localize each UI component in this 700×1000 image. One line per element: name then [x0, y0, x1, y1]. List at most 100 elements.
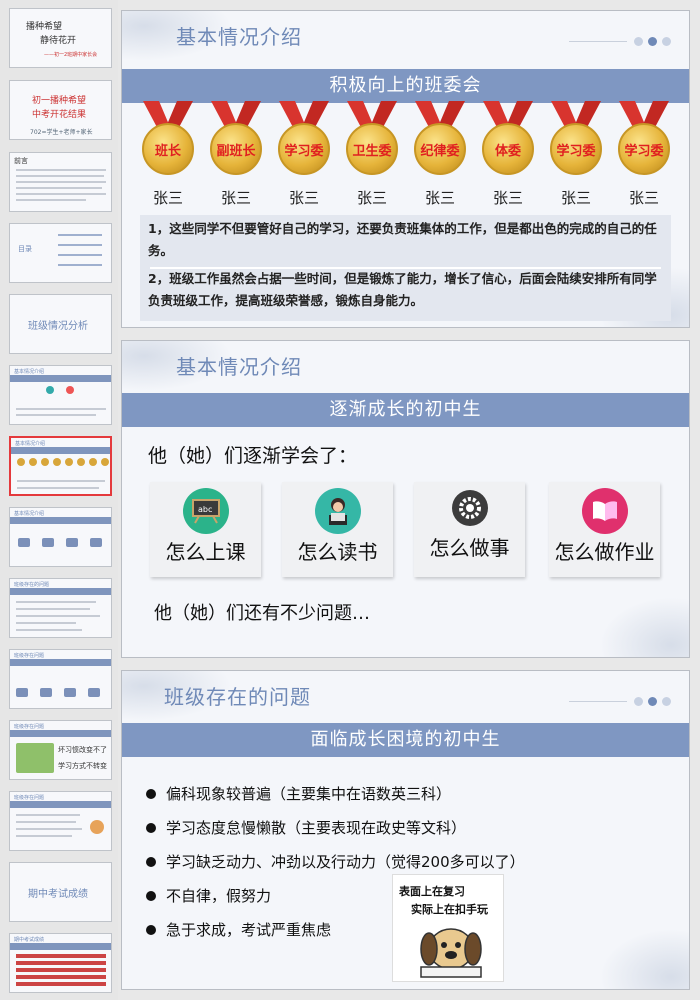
dots-decoration — [569, 697, 671, 706]
thumbnail-slide-4[interactable]: 目录 — [9, 223, 112, 283]
thumbnail-slide-9[interactable]: 班级存在的问题 — [9, 578, 112, 638]
thumbnail-slide-1[interactable]: 播种希望 静待花开 ——初一2班期中家长会 — [9, 8, 112, 68]
medal-name: 张三 — [220, 189, 251, 207]
medal-role: 副班长 — [210, 123, 262, 175]
floral-decoration — [599, 929, 689, 989]
thumb-title: 班级存在问题 — [14, 795, 45, 801]
skill-card: abc 怎么上课 — [150, 482, 261, 577]
skill-card: 怎么读书 — [282, 482, 393, 577]
thumb-title: 班级存在问题 — [14, 724, 45, 730]
bullet-icon — [146, 890, 156, 901]
medal-name: 张三 — [356, 189, 387, 207]
problem-item: 学习缺乏动力、冲劲以及行动力（觉得200多可以了） — [146, 851, 525, 872]
thumbnail-slide-5[interactable]: 班级情况分析 — [9, 294, 112, 354]
dots-decoration — [569, 37, 671, 46]
slide-class-committee[interactable]: 基本情况介绍 积极向上的班委会 班长 张三 副班长 张三 学习委 张三 卫生委 … — [121, 10, 690, 328]
slide-growing-students[interactable]: 基本情况介绍 逐渐成长的初中生 他（她）们逐渐学会了： abc 怎么上课 怎么读… — [121, 340, 690, 658]
skill-label: 怎么读书 — [297, 540, 378, 564]
slide-banner: 面临成长困境的初中生 — [122, 723, 689, 757]
slide-title: 基本情况介绍 — [176, 355, 302, 379]
thumbnail-slide-2[interactable]: 初一播种希望 中考开花结果 702=学生+老师+家长 — [9, 80, 112, 140]
thumbnail-slide-8[interactable]: 基本情况介绍 — [9, 507, 112, 567]
problem-text: 急于求成，考试严重焦虑 — [166, 921, 332, 939]
medal-role: 纪律委 — [414, 123, 466, 175]
thumbnail-slide-12[interactable]: 班级存在问题 — [9, 791, 112, 851]
thumb-title: 班级情况分析 — [28, 321, 88, 332]
medal-role: 体委 — [482, 123, 534, 175]
skill-card: 怎么做作业 — [549, 482, 660, 577]
thumbnail-slide-13[interactable]: 期中考试成绩 — [9, 862, 112, 922]
thumb-title: 基本情况介绍 — [14, 511, 45, 517]
thumb-title: 播种希望 — [26, 22, 63, 32]
intro-line: 他（她）们逐渐学会了： — [148, 445, 358, 467]
cartoon-caption-2: 实际上在扣手玩 — [411, 903, 488, 916]
thumbnail-slide-6[interactable]: 基本情况介绍 — [9, 365, 112, 425]
thumbnail-slide-7[interactable]: 基本情况介绍 — [9, 436, 112, 496]
medal-role: 卫生委 — [346, 123, 398, 175]
thumb-small: 702=学生+老师+家长 — [30, 129, 93, 136]
skill-label: 怎么上课 — [165, 540, 246, 564]
medal-item: 班长 张三 — [139, 101, 197, 207]
medal-role: 学习委 — [278, 123, 330, 175]
thumb-title: 初一播种希望 — [32, 96, 87, 106]
medal-item: 纪律委 张三 — [411, 101, 469, 207]
reading-icon — [315, 488, 361, 534]
problem-item: 偏科现象较普遍（主要集中在语数英三科） — [146, 783, 451, 804]
thumb-line1: 坏习惯改变不了 — [58, 746, 107, 754]
cartoon-caption-1: 表面上在复习 — [399, 885, 465, 898]
dog-icon — [420, 928, 482, 978]
book-icon — [582, 488, 628, 534]
thumb-title: 前言 — [14, 157, 28, 165]
slide-title: 基本情况介绍 — [176, 25, 302, 49]
floral-decoration — [599, 597, 689, 657]
medal-item: 学习委 张三 — [615, 101, 673, 207]
thumb-title: 班级存在的问题 — [14, 582, 50, 588]
thumb-line2: 学习方式不转变 — [58, 762, 107, 770]
slide-banner: 逐渐成长的初中生 — [122, 393, 689, 427]
thumb-title: 期中考试成绩 — [28, 889, 88, 900]
bullet-icon — [146, 924, 156, 935]
svg-text:abc: abc — [198, 505, 212, 514]
paragraph-2: 2，班级工作虽然会占据一些时间，但是锻炼了能力，增长了信心，后面会陆续安排所有同… — [148, 271, 657, 308]
thumbnail-slide-11[interactable]: 班级存在问题 坏习惯改变不了 学习方式不转变 — [9, 720, 112, 780]
skill-label: 怎么做作业 — [554, 540, 655, 564]
thumb-title: 班级存在问题 — [14, 653, 45, 659]
slide-thumbnail-panel[interactable]: 播种希望 静待花开 ——初一2班期中家长会 初一播种希望 中考开花结果 702=… — [0, 0, 118, 1000]
thumb-title: 基本情况介绍 — [14, 369, 45, 375]
bullet-icon — [146, 856, 156, 867]
thumb-title: 基本情况介绍 — [15, 441, 46, 447]
medal-role: 学习委 — [618, 123, 670, 175]
medal-item: 副班长 张三 — [207, 101, 265, 207]
medal-name: 张三 — [492, 189, 523, 207]
thumbnail-slide-10[interactable]: 班级存在问题 — [9, 649, 112, 709]
problem-text: 不自律，假努力 — [166, 887, 272, 905]
gear-icon — [452, 490, 488, 526]
problem-line: 他（她）们还有不少问题… — [154, 603, 370, 624]
slide-class-problems[interactable]: 班级存在的问题 面临成长困境的初中生 偏科现象较普遍（主要集中在语数英三科） 学… — [121, 670, 690, 990]
thumbnail-slide-3[interactable]: 前言 — [9, 152, 112, 212]
slide-title: 班级存在的问题 — [164, 685, 311, 709]
medal-item: 卫生委 张三 — [343, 101, 401, 207]
problem-item: 不自律，假努力 — [146, 885, 271, 906]
thumb-title: 期中考试成绩 — [14, 937, 45, 943]
problem-item: 学习态度怠慢懒散（主要表现在政史等文科） — [146, 817, 466, 838]
medal-name: 张三 — [628, 189, 659, 207]
thumb-subtitle: 中考开花结果 — [32, 110, 87, 120]
slide-banner: 积极向上的班委会 — [122, 69, 689, 103]
medal-role: 学习委 — [550, 123, 602, 175]
medal-name: 张三 — [424, 189, 455, 207]
medal-name: 张三 — [152, 189, 183, 207]
thumbnail-slide-14[interactable]: 期中考试成绩 — [9, 933, 112, 993]
medal-item: 体委 张三 — [479, 101, 537, 207]
problem-text: 学习缺乏动力、冲劲以及行动力（觉得200多可以了） — [166, 853, 525, 871]
skill-label: 怎么做事 — [429, 536, 510, 560]
medal-name: 张三 — [560, 189, 591, 207]
medal-item: 学习委 张三 — [547, 101, 605, 207]
thumb-title: 目录 — [18, 245, 32, 253]
medal-name: 张三 — [288, 189, 319, 207]
skill-card: 怎么做事 — [414, 482, 525, 577]
bullet-icon — [146, 788, 156, 799]
medal-item: 学习委 张三 — [275, 101, 333, 207]
thumb-small: ——初一2班期中家长会 — [44, 52, 98, 58]
blackboard-icon: abc — [183, 488, 229, 534]
